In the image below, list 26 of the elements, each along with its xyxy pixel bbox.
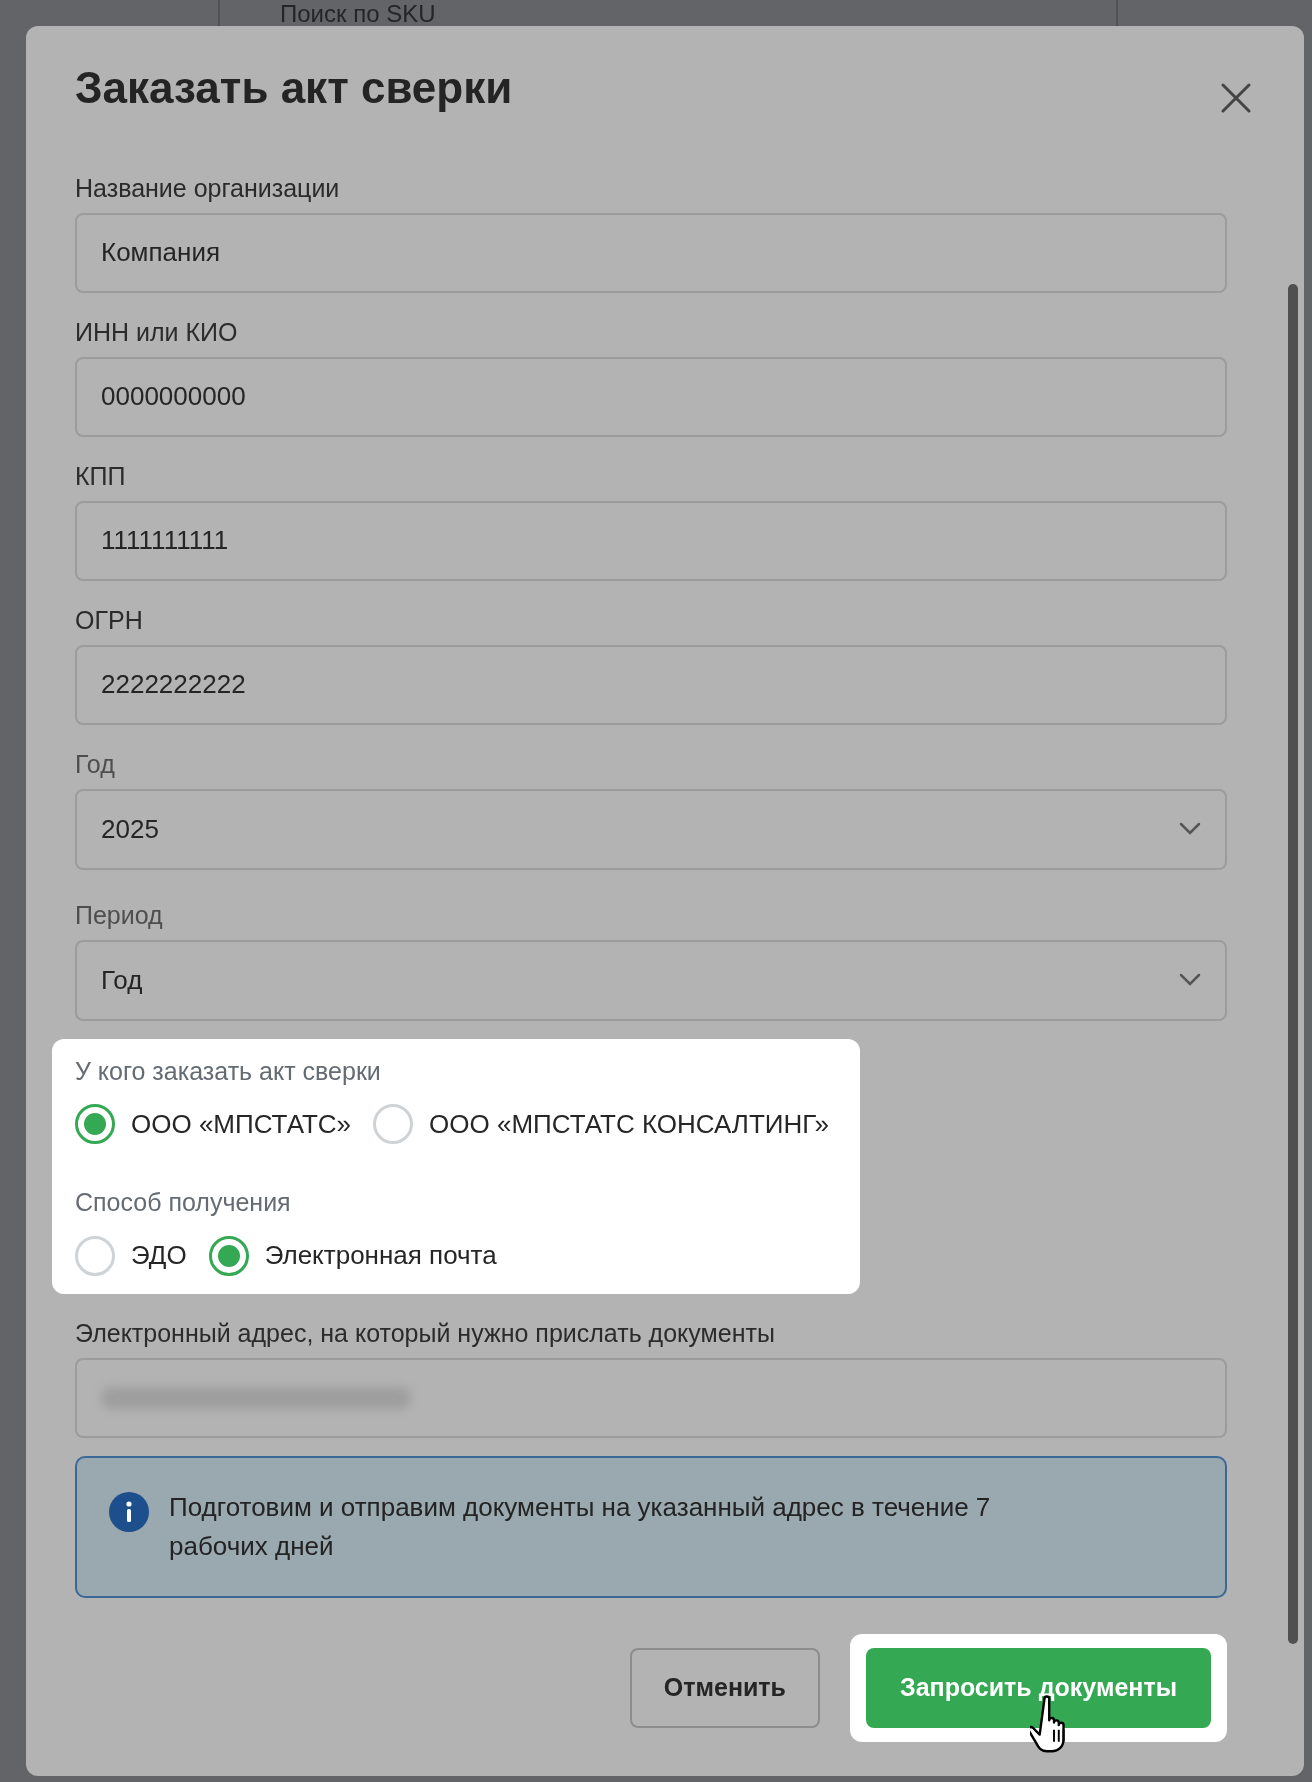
radio-option[interactable]: Электронная почта [208, 1235, 497, 1276]
field-label: Период [75, 899, 164, 930]
field-label: Электронный адрес, на который нужно прислать документы [75, 1317, 776, 1348]
radio-option[interactable]: ЭДО [75, 1235, 187, 1276]
group-label: Способ получения [75, 1187, 292, 1219]
cancel-button[interactable]: Отменить [629, 1648, 820, 1728]
info-text: Подготовим и отправим документы на указанный адрес в течение 7 рабочих дней [169, 1490, 992, 1563]
select-field[interactable]: Год [75, 939, 1227, 1021]
group-label: У кого заказать акт сверки [75, 1055, 382, 1087]
chevron-down-icon [1179, 822, 1201, 837]
field-label: Год [75, 748, 116, 779]
radio-option[interactable]: ООО «МПСТАТС» [75, 1104, 352, 1145]
input-field[interactable]: 1111111111 [75, 500, 1227, 581]
input-field[interactable]: 0000000000 [75, 356, 1227, 437]
field-label: ОГРН [75, 604, 144, 635]
field-label: ИНН или КИО [75, 316, 239, 347]
field-label: Название организации [75, 172, 341, 203]
input-field[interactable]: Компания [75, 212, 1227, 293]
input-field[interactable]: 2222222222 [75, 644, 1227, 725]
info-icon [109, 1491, 149, 1532]
field-label: КПП [75, 460, 127, 491]
radio-option[interactable]: ООО «МПСТАТС КОНСАЛТИНГ» [373, 1104, 830, 1145]
select-field[interactable]: 2025 [75, 788, 1227, 870]
scrollbar[interactable] [1288, 284, 1298, 1644]
chevron-down-icon [1179, 973, 1201, 988]
dialog-title: Заказать акт сверки [75, 62, 514, 114]
